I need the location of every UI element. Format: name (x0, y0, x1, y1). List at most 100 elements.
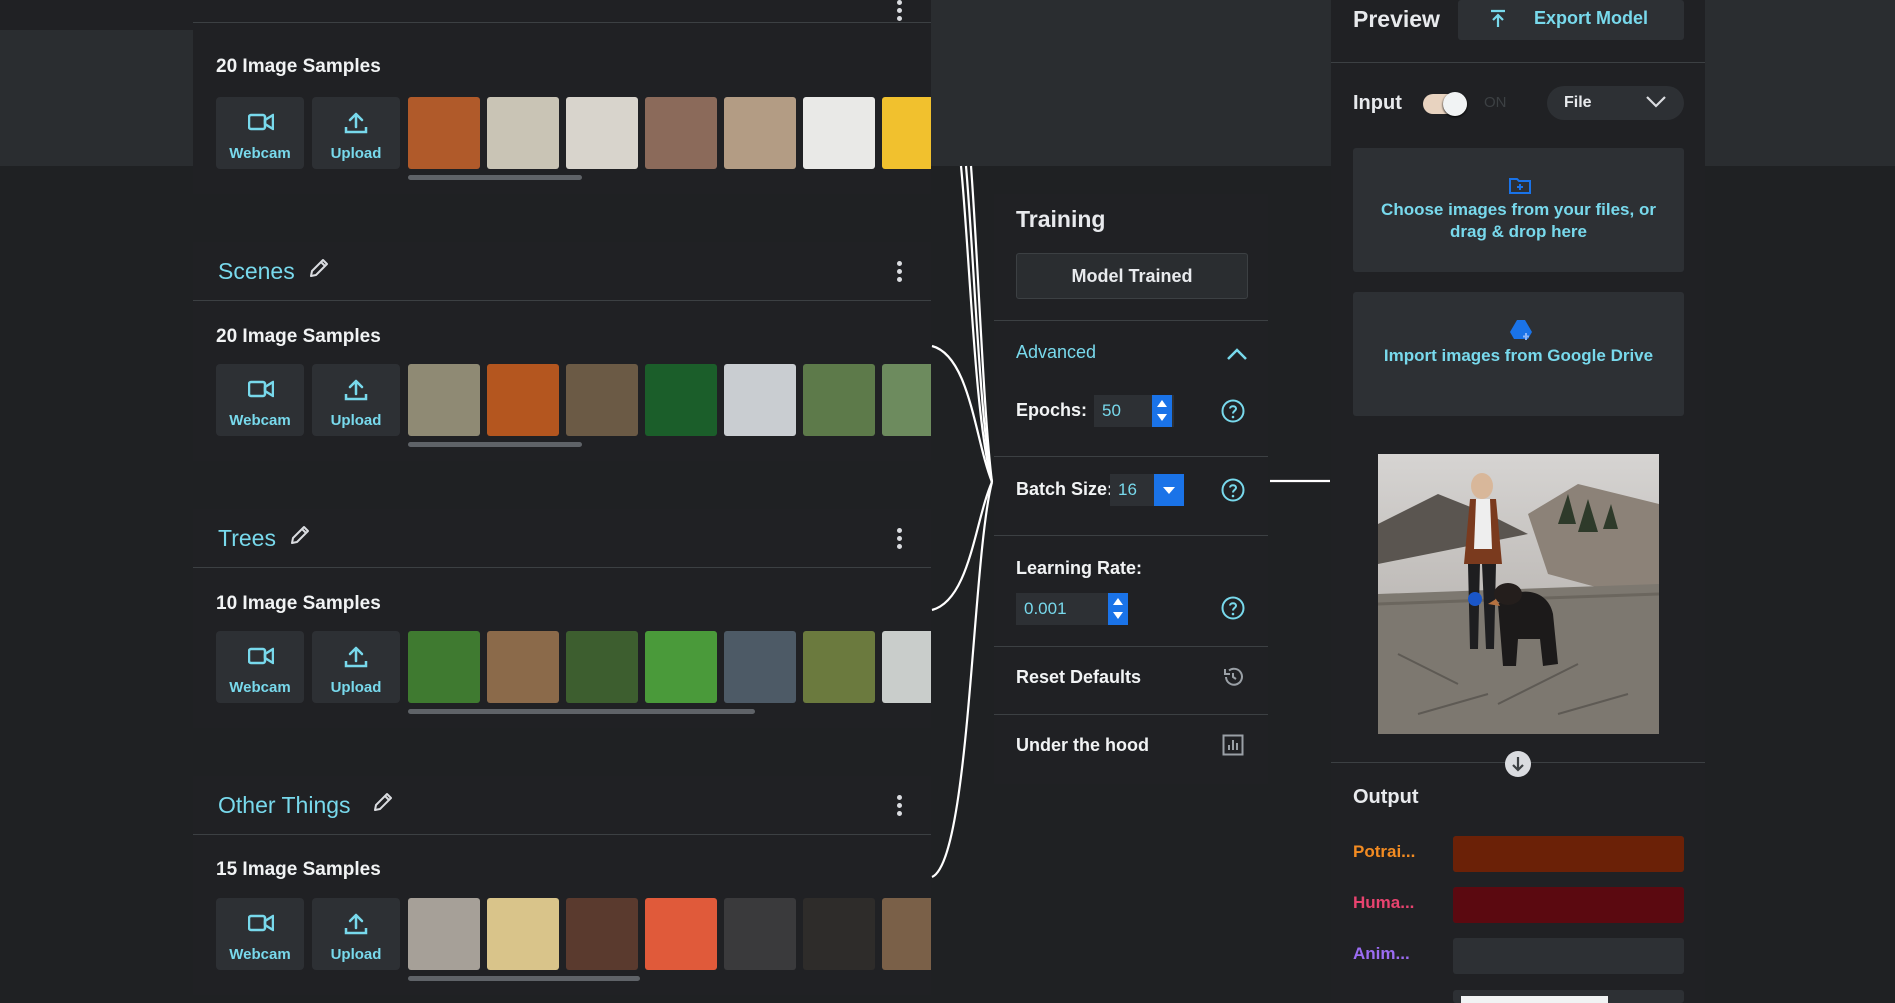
sample-thumbnail[interactable] (803, 97, 875, 169)
advanced-toggle[interactable]: Advanced (994, 320, 1268, 387)
sample-thumbnail[interactable] (645, 898, 717, 970)
upload-button[interactable]: Upload (312, 97, 400, 169)
upload-button[interactable]: Upload (312, 631, 400, 703)
epochs-stepper[interactable] (1152, 395, 1172, 427)
sample-thumbnail[interactable] (408, 898, 480, 970)
sample-thumbnail[interactable] (487, 898, 559, 970)
thumbnail-scrollbar[interactable] (408, 175, 582, 180)
confidence-fill (1453, 887, 1684, 923)
class-name[interactable]: Scenes (218, 258, 295, 285)
sample-thumbnail[interactable] (645, 97, 717, 169)
arrow-down-circle-icon (1505, 751, 1531, 777)
batch-size-select[interactable]: 16 (1110, 474, 1154, 506)
upload-label: Upload (330, 412, 382, 429)
samples-count: 10 Image Samples (216, 593, 381, 614)
more-options-icon[interactable] (897, 0, 903, 22)
samples-count: 15 Image Samples (216, 859, 381, 880)
sample-thumbnail[interactable] (487, 364, 559, 436)
class-card: Other Things 15 Image Samples Webcam Upl… (193, 776, 931, 995)
training-title: Training (1016, 206, 1106, 232)
thumbnail-scrollbar[interactable] (408, 976, 640, 981)
video-camera-icon (248, 113, 274, 131)
folder-add-icon (1509, 178, 1531, 194)
sample-thumbnails[interactable] (408, 364, 931, 436)
edit-pencil-icon[interactable] (307, 256, 331, 280)
sample-thumbnail[interactable] (408, 364, 480, 436)
confidence-bar (1453, 887, 1684, 923)
export-model-button[interactable]: Export Model (1458, 0, 1684, 40)
sample-thumbnails[interactable] (408, 898, 931, 970)
help-icon[interactable] (1221, 478, 1245, 502)
sample-thumbnail[interactable] (882, 898, 931, 970)
thumbnail-scrollbar[interactable] (408, 442, 582, 447)
more-options-icon[interactable] (897, 528, 903, 550)
batch-size-dropdown[interactable] (1154, 474, 1184, 506)
samples-count: 20 Image Samples (216, 56, 381, 77)
sample-thumbnail[interactable] (408, 97, 480, 169)
output-label: Potrai... (1353, 842, 1416, 861)
epochs-row: Epochs: 50 (994, 386, 1268, 448)
input-label: Input (1353, 92, 1402, 114)
webcam-button[interactable]: Webcam (216, 97, 304, 169)
upload-icon (344, 379, 368, 401)
learning-rate-stepper[interactable] (1108, 593, 1128, 625)
sample-thumbnail[interactable] (408, 631, 480, 703)
sample-thumbnail[interactable] (566, 631, 638, 703)
samples-count: 20 Image Samples (216, 326, 381, 347)
sample-thumbnail[interactable] (803, 631, 875, 703)
input-source-select[interactable]: File (1547, 86, 1684, 120)
edit-pencil-icon[interactable] (371, 790, 395, 814)
dropzone-files-text: Choose images from your files, or drag &… (1381, 200, 1656, 241)
confidence-fill (1453, 836, 1684, 872)
class-name[interactable]: Trees (218, 525, 276, 552)
chevron-up-icon[interactable] (1226, 347, 1248, 361)
sample-thumbnails[interactable] (408, 97, 931, 169)
class-card: Scenes 20 Image Samples Webcam Upload (193, 242, 931, 461)
sample-thumbnail[interactable] (487, 631, 559, 703)
sample-thumbnail[interactable] (645, 631, 717, 703)
sample-thumbnail[interactable] (724, 898, 796, 970)
edit-pencil-icon[interactable] (288, 523, 312, 547)
google-drive-icon (1510, 320, 1532, 340)
webcam-button[interactable]: Webcam (216, 364, 304, 436)
sample-thumbnail[interactable] (882, 364, 931, 436)
reset-defaults-button[interactable]: Reset Defaults (994, 646, 1268, 707)
sample-thumbnail[interactable] (566, 97, 638, 169)
file-dropzone[interactable]: Choose images from your files, or drag &… (1353, 148, 1684, 272)
sample-thumbnail[interactable] (803, 364, 875, 436)
more-options-icon[interactable] (897, 261, 903, 283)
upload-button[interactable]: Upload (312, 364, 400, 436)
export-model-label: Export Model (1534, 8, 1649, 28)
google-drive-import[interactable]: Import images from Google Drive (1353, 292, 1684, 416)
preview-panel: Preview Export Model Input ON File Choos… (1331, 0, 1705, 1003)
sample-thumbnail[interactable] (724, 97, 796, 169)
webcam-button[interactable]: Webcam (216, 631, 304, 703)
sample-thumbnail[interactable] (566, 898, 638, 970)
upload-button[interactable]: Upload (312, 898, 400, 970)
under-the-hood-button[interactable]: Under the hood (994, 714, 1268, 783)
sample-thumbnail[interactable] (882, 97, 931, 169)
learning-rate-input[interactable]: 0.001 (1016, 593, 1110, 625)
video-camera-icon (248, 914, 274, 932)
sample-thumbnail[interactable] (487, 97, 559, 169)
sample-thumbnail[interactable] (803, 898, 875, 970)
model-trained-button[interactable]: Model Trained (1016, 253, 1248, 299)
input-toggle[interactable] (1423, 92, 1467, 116)
sample-thumbnail[interactable] (566, 364, 638, 436)
sample-thumbnails[interactable] (408, 631, 931, 703)
sample-thumbnail[interactable] (724, 364, 796, 436)
class-name[interactable]: Other Things (218, 792, 351, 819)
batch-size-row: Batch Size: 16 (994, 456, 1268, 527)
sample-thumbnail[interactable] (724, 631, 796, 703)
help-icon[interactable] (1221, 596, 1245, 620)
output-label: Huma... (1353, 893, 1415, 912)
sample-thumbnail[interactable] (645, 364, 717, 436)
webcam-label: Webcam (229, 946, 291, 963)
thumbnail-scrollbar[interactable] (408, 709, 755, 714)
webcam-button[interactable]: Webcam (216, 898, 304, 970)
more-options-icon[interactable] (897, 795, 903, 817)
sample-thumbnail[interactable] (882, 631, 931, 703)
help-icon[interactable] (1221, 399, 1245, 423)
confidence-bar (1453, 938, 1684, 974)
reset-defaults-label: Reset Defaults (1016, 667, 1142, 687)
